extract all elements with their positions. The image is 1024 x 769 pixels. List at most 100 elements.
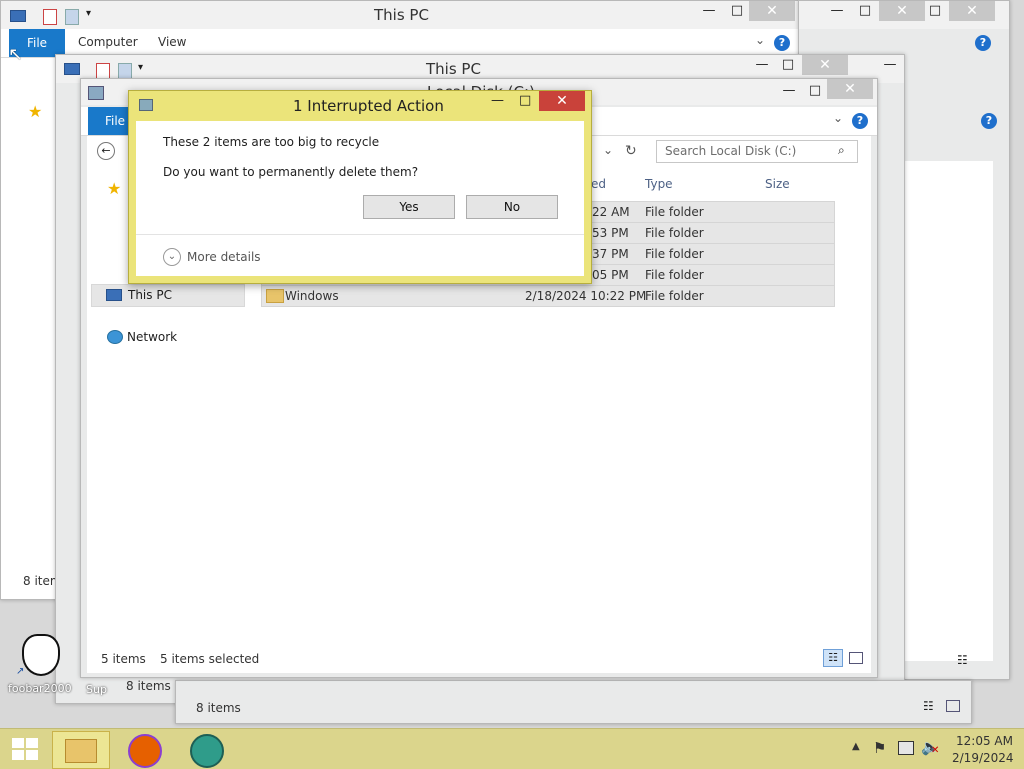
column-header-type[interactable]: Type	[645, 177, 673, 191]
taskbar-file-explorer-button[interactable]	[52, 731, 110, 769]
computer-icon	[10, 10, 26, 22]
column-header-date[interactable]: ed	[591, 177, 606, 191]
search-icon[interactable]: ⌕	[838, 143, 845, 158]
chevron-down-icon[interactable]: ⌄	[755, 33, 765, 47]
table-row[interactable]: Windows 2/18/2024 10:22 PM File folder	[261, 285, 835, 307]
maximize-button[interactable]: □	[774, 55, 802, 75]
row-date: 22 AM	[592, 205, 630, 219]
taskbar: ▲ ⚑ 🔈 ✕ 12:05 AM 2/19/2024	[0, 728, 1024, 769]
maximize-button[interactable]: □	[519, 93, 531, 108]
windows-logo-icon	[12, 738, 24, 748]
maximize-button[interactable]: □	[723, 1, 751, 21]
row-name: Windows	[285, 289, 339, 303]
nav-item-network[interactable]: Network	[91, 327, 243, 348]
maximize-button[interactable]: □	[801, 81, 829, 101]
row-type: File folder	[645, 268, 704, 282]
tab-view[interactable]: View	[158, 35, 186, 49]
show-hidden-icons-icon[interactable]: ▲	[852, 741, 860, 752]
firefox-icon[interactable]	[128, 734, 162, 768]
desktop-icon-label-partial[interactable]: Sup	[86, 683, 107, 696]
search-box[interactable]: Search Local Disk (C:) ⌕	[656, 140, 858, 163]
chevron-down-icon[interactable]: ⌄	[833, 111, 843, 125]
mouse-cursor-icon: ↖	[8, 44, 24, 65]
dialog-app-icon	[139, 99, 153, 111]
large-icons-view-icon[interactable]	[849, 652, 863, 664]
row-type: File folder	[645, 226, 704, 240]
properties-icon[interactable]	[96, 63, 110, 79]
app-icon-teal[interactable]	[190, 734, 224, 768]
dialog-divider	[136, 234, 584, 235]
status-item-count: 8 items	[126, 679, 171, 693]
status-item-count: 8 items	[196, 701, 241, 715]
close-button[interactable]: ✕	[802, 55, 848, 75]
foobar-fox-icon	[22, 634, 60, 676]
status-selected-count: 5 items selected	[160, 652, 260, 666]
back-window-3[interactable]: 8 items ☷	[175, 680, 972, 724]
large-icons-view-icon[interactable]	[946, 700, 960, 712]
minimize-button[interactable]: —	[823, 1, 851, 21]
refresh-icon[interactable]: ↻	[625, 143, 637, 159]
row-type: File folder	[645, 247, 704, 261]
row-date: 05 PM	[592, 268, 629, 282]
new-folder-icon[interactable]	[65, 9, 79, 25]
shortcut-arrow-icon: ↗	[16, 666, 25, 677]
nav-item-this-pc[interactable]: This PC	[91, 284, 245, 307]
window-title: This PC	[374, 6, 429, 24]
start-button[interactable]	[12, 738, 38, 760]
action-center-flag-icon[interactable]: ⚑	[873, 739, 886, 757]
maximize-button[interactable]: □	[921, 1, 949, 21]
no-button[interactable]: No	[466, 195, 558, 219]
dialog-body: These 2 items are too big to recycle Do …	[136, 121, 584, 276]
help-icon[interactable]: ?	[981, 113, 997, 129]
row-type: File folder	[645, 289, 704, 303]
close-button[interactable]: ✕	[949, 1, 995, 21]
column-header-size[interactable]: Size	[765, 177, 790, 191]
details-view-icon[interactable]: ☷	[823, 649, 843, 667]
help-icon[interactable]: ?	[852, 113, 868, 129]
quick-access-dropdown-icon[interactable]: ▾	[86, 8, 91, 19]
minimize-button[interactable]: —	[775, 81, 803, 101]
search-placeholder: Search Local Disk (C:)	[665, 144, 797, 158]
file-explorer-icon	[65, 739, 97, 763]
nav-item-label: This PC	[128, 288, 172, 302]
minimize-button[interactable]: —	[491, 93, 504, 108]
close-button[interactable]: ✕	[879, 1, 925, 21]
favorites-star-icon: ★	[28, 102, 43, 121]
clock-date[interactable]: 2/19/2024	[952, 751, 1014, 765]
help-icon[interactable]: ?	[975, 35, 991, 51]
tab-computer[interactable]: Computer	[78, 35, 138, 49]
windows-logo-icon	[26, 738, 38, 748]
close-button[interactable]: ✕	[539, 91, 585, 111]
close-button[interactable]: ✕	[827, 79, 873, 99]
details-view-icon[interactable]: ☷	[957, 653, 968, 667]
folder-icon	[266, 289, 284, 303]
dialog-question: Do you want to permanently delete them?	[163, 165, 419, 179]
properties-icon[interactable]	[43, 9, 57, 25]
new-folder-icon[interactable]	[118, 63, 132, 79]
back-arrow-icon[interactable]: ←	[97, 142, 115, 160]
yes-button[interactable]: Yes	[363, 195, 455, 219]
row-type: File folder	[645, 205, 704, 219]
minimize-button[interactable]: —	[695, 1, 723, 21]
dialog-title: 1 Interrupted Action	[293, 97, 444, 115]
close-button[interactable]: ✕	[749, 1, 795, 21]
address-dropdown-icon[interactable]: ⌄	[603, 143, 613, 157]
computer-icon	[64, 63, 80, 75]
minimize-button[interactable]: —	[876, 55, 904, 75]
desktop-icon-foobar2000[interactable]: ↗ foobar2000	[6, 630, 72, 698]
interrupted-action-dialog[interactable]: 1 Interrupted Action — □ ✕ These 2 items…	[128, 90, 592, 284]
chevron-down-icon[interactable]: ⌄	[163, 248, 181, 266]
network-icon	[107, 330, 123, 344]
maximize-button[interactable]: □	[851, 1, 879, 21]
computer-icon	[106, 289, 122, 301]
details-view-icon[interactable]: ☷	[923, 699, 934, 713]
minimize-button[interactable]: —	[748, 55, 776, 75]
network-tray-icon[interactable]	[898, 741, 914, 755]
clock-time[interactable]: 12:05 AM	[956, 734, 1013, 748]
more-details-link[interactable]: More details	[187, 250, 261, 264]
back-window-titlebar[interactable]: ▾ This PC — □ ✕	[1, 1, 799, 29]
favorites-star-icon: ★	[107, 179, 122, 198]
help-icon[interactable]: ?	[774, 35, 790, 51]
back-window-right-titlebar[interactable]: — □ ✕ □ ✕	[799, 1, 1009, 29]
quick-access-dropdown-icon[interactable]: ▾	[138, 62, 143, 73]
